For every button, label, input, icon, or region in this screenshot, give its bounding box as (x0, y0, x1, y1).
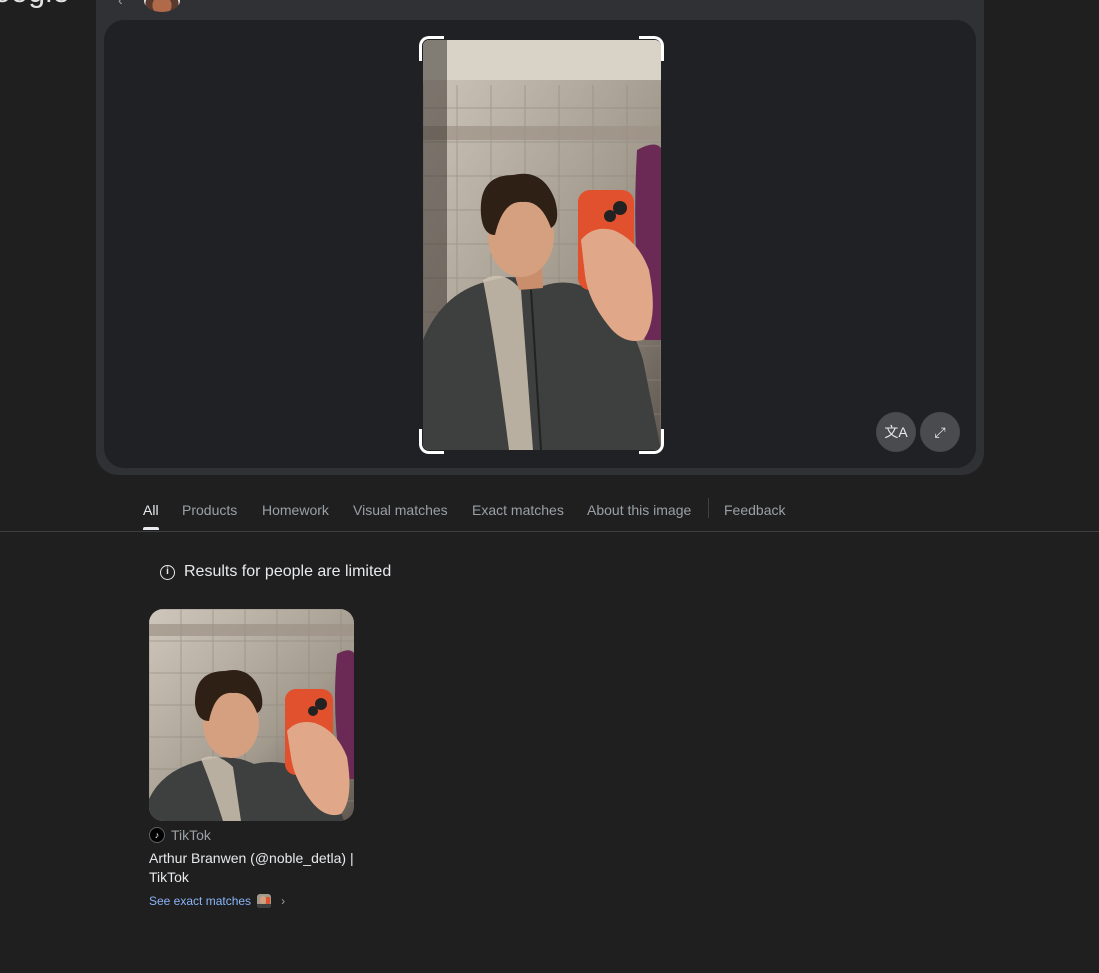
translate-icon: 文A (884, 424, 908, 440)
match-thumbnail-icon (257, 894, 272, 908)
tab-all[interactable]: All (143, 502, 159, 518)
see-exact-matches-link[interactable]: See exact matches › (149, 894, 359, 908)
crop-corner-bottom-right[interactable] (639, 429, 664, 454)
selected-image[interactable] (423, 40, 661, 450)
tiktok-icon: ♪ (149, 827, 165, 843)
see-exact-matches-label: See exact matches (149, 894, 252, 908)
back-arrow-icon[interactable]: ‹ (118, 0, 128, 8)
result-source[interactable]: ♪ TikTok (149, 827, 359, 843)
result-thumbnail[interactable] (149, 609, 354, 821)
google-logo[interactable]: oogle (0, 0, 70, 10)
results-tabs: All Products Homework Visual matches Exa… (0, 486, 1099, 532)
expand-icon: ⤢ (934, 423, 946, 440)
people-results-notice: i Results for people are limited (160, 563, 391, 581)
tab-products[interactable]: Products (182, 502, 237, 518)
translate-button[interactable]: 文A (876, 412, 916, 452)
result-title[interactable]: Arthur Branwen (@noble_detla) | TikTok (149, 849, 359, 887)
chevron-right-icon: › (281, 894, 286, 908)
info-icon[interactable]: i (160, 564, 175, 580)
tab-visual-matches[interactable]: Visual matches (353, 502, 448, 518)
tab-about-this-image[interactable]: About this image (587, 502, 691, 518)
crop-corner-top-left[interactable] (419, 36, 444, 61)
result-card[interactable]: ♪ TikTok Arthur Branwen (@noble_detla) |… (149, 609, 359, 908)
tab-divider (708, 498, 709, 518)
crop-corner-bottom-left[interactable] (419, 429, 444, 454)
crop-corner-top-right[interactable] (639, 36, 664, 61)
fullscreen-button[interactable]: ⤢ (920, 412, 960, 452)
tab-homework[interactable]: Homework (262, 502, 329, 518)
source-name: TikTok (171, 827, 211, 843)
notice-text: Results for people are limited (184, 563, 392, 580)
feedback-link[interactable]: Feedback (724, 502, 785, 518)
active-tab-indicator (143, 527, 159, 530)
tab-exact-matches[interactable]: Exact matches (472, 502, 564, 518)
